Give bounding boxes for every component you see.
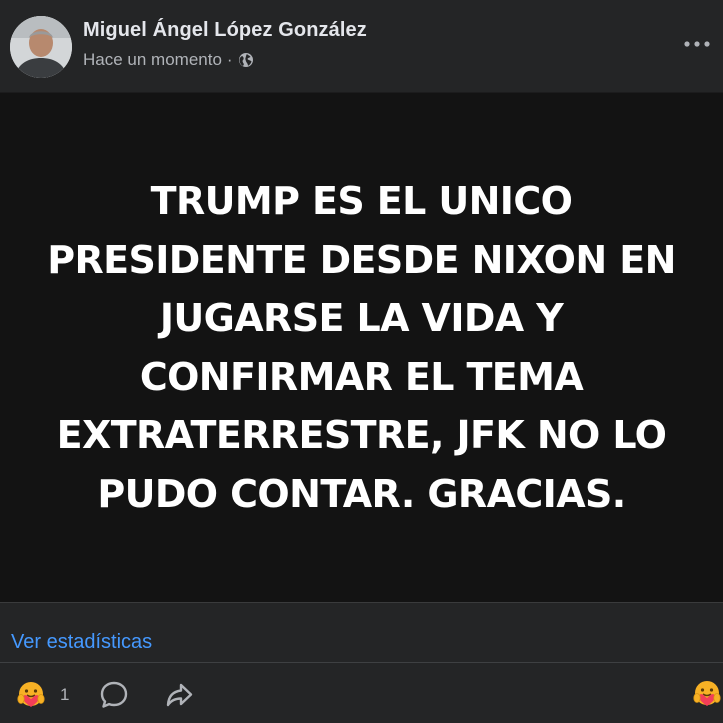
post-meta: Hace un momento · [83, 50, 254, 70]
reaction-count: 1 [60, 685, 70, 704]
share-button[interactable] [163, 679, 195, 711]
view-insights-link[interactable]: Ver estadísticas [11, 631, 152, 654]
post-text-content: TRUMP ES EL UNICO PRESIDENTE DESDE NIXON… [22, 172, 702, 523]
react-button[interactable] [692, 679, 722, 709]
care-emoji-icon [17, 682, 45, 707]
globe-icon[interactable] [238, 52, 254, 68]
comment-button[interactable] [98, 679, 130, 711]
author-avatar[interactable] [10, 16, 72, 78]
author-name[interactable]: Miguel Ángel López González [83, 19, 367, 42]
share-arrow-icon [166, 683, 193, 707]
post-menu-button[interactable] [681, 28, 713, 60]
meta-separator: · [226, 50, 233, 69]
post-text-line: EXTRATERRESTRE, JFK NO LO [56, 413, 667, 457]
actions-divider [0, 662, 723, 663]
post-media[interactable]: TRUMP ES EL UNICO PRESIDENTE DESDE NIXON… [0, 92, 723, 602]
post-header: Miguel Ángel López González Hace un mome… [0, 0, 723, 92]
post-text-line: JUGARSE LA VIDA Y [159, 296, 564, 340]
post-text-line: PRESIDENTE DESDE NIXON EN [47, 237, 676, 282]
care-emoji-icon [693, 681, 721, 706]
facebook-post: Miguel Ángel López González Hace un mome… [0, 0, 723, 723]
post-text-line: PUDO CONTAR. GRACIAS. [97, 471, 626, 516]
post-text-line: TRUMP ES EL UNICO [150, 179, 573, 223]
media-divider [0, 602, 723, 603]
post-timestamp[interactable]: Hace un momento [83, 50, 222, 70]
more-horizontal-icon [684, 41, 710, 47]
post-text-line: CONFIRMAR EL TEMA [139, 354, 584, 399]
reaction-summary[interactable]: 1 [16, 679, 69, 711]
comment-bubble-icon [100, 681, 128, 708]
